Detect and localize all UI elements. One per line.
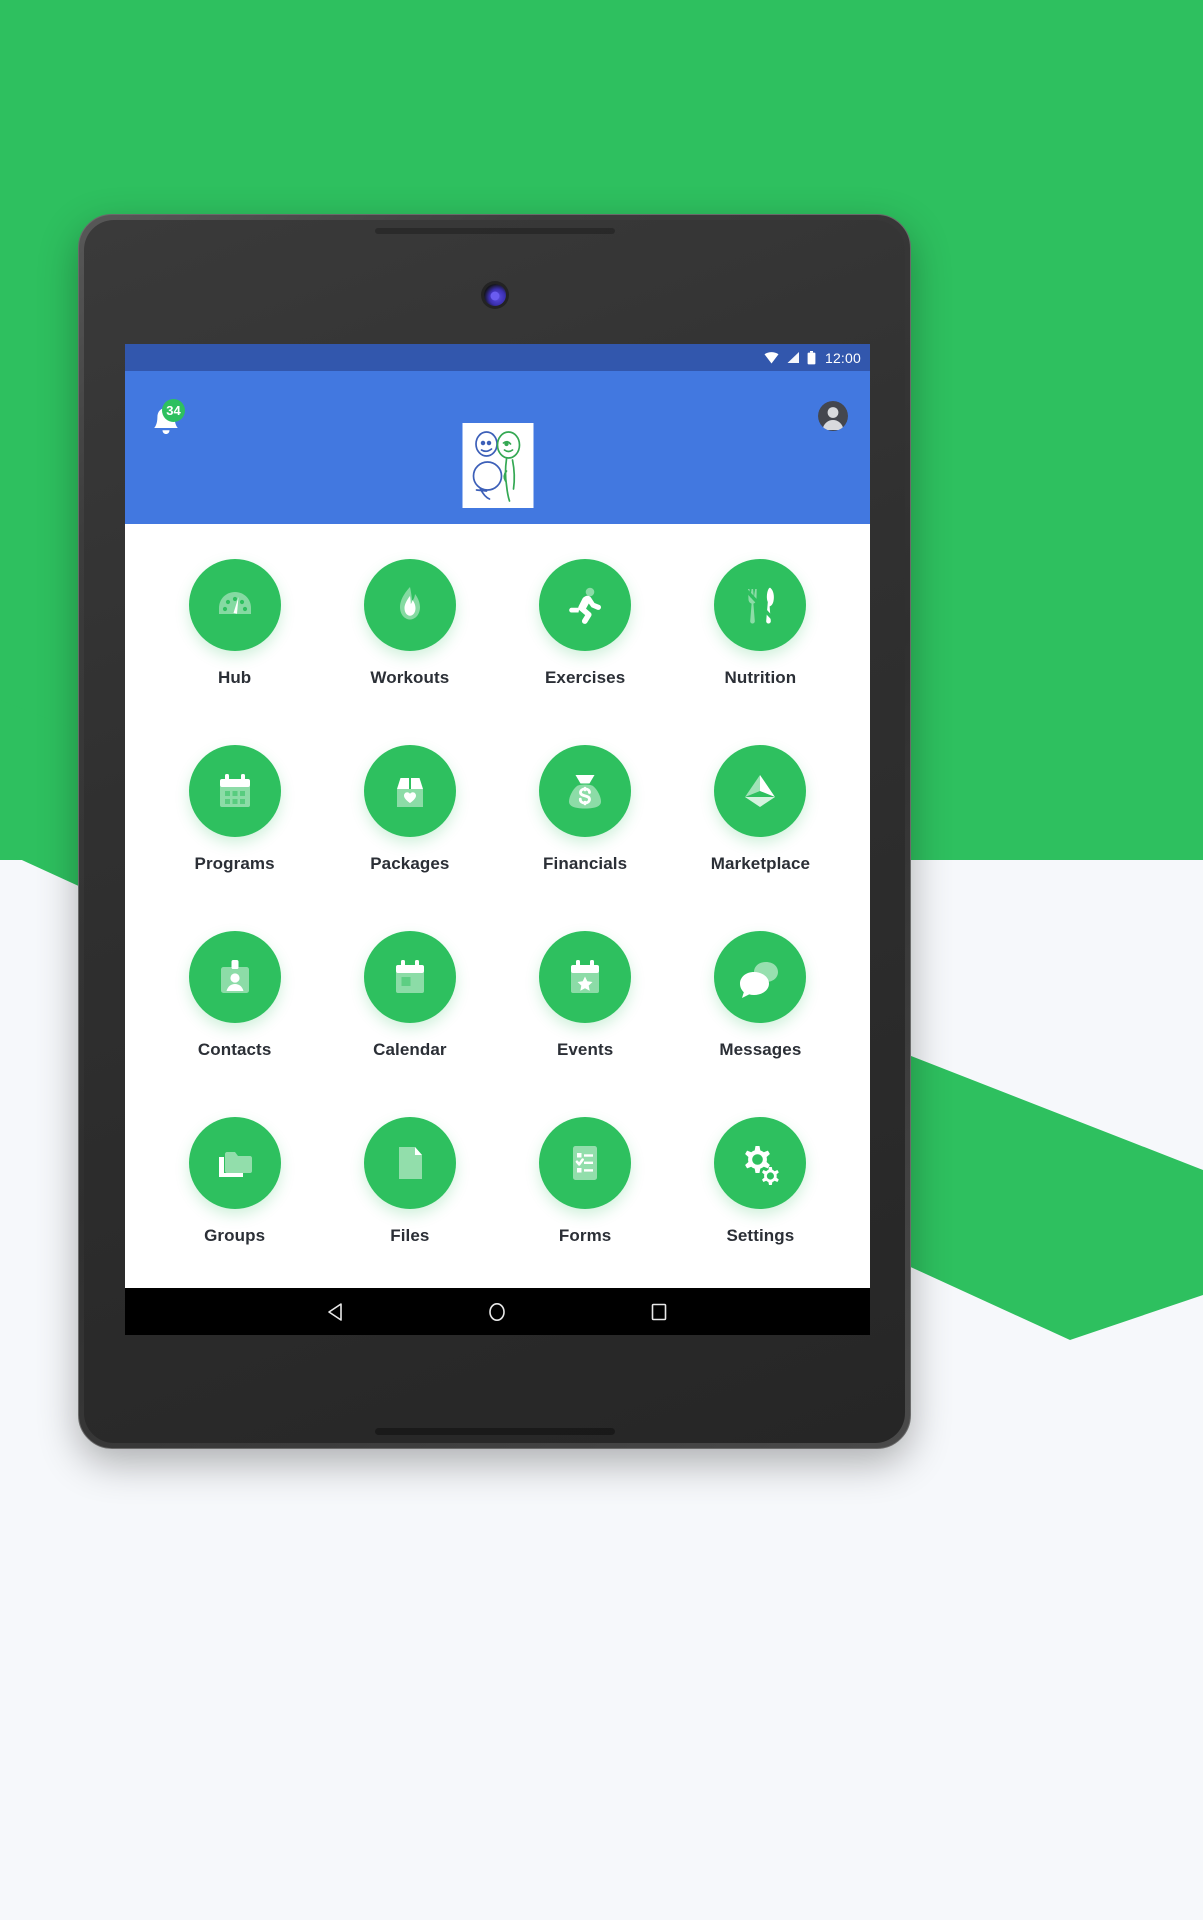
tablet-device: 12:00 34 Hub Workouts Exercises Nutritio…: [78, 214, 911, 1449]
tablet-screen: 12:00 34 Hub Workouts Exercises Nutritio…: [125, 344, 870, 1335]
document-icon: [398, 1147, 422, 1179]
grid-item-label: Exercises: [544, 668, 626, 687]
status-bar-clock: 12:00: [824, 349, 861, 366]
grid-item-label: Nutrition: [724, 668, 797, 687]
events-icon-circle: [539, 931, 632, 1023]
app-logo: [462, 423, 533, 508]
signal-icon: [787, 352, 799, 363]
camera-lens: [490, 291, 499, 301]
grid-item-exercises[interactable]: Exercises: [498, 552, 673, 738]
grid-item-label: Marketplace: [710, 854, 811, 873]
speaker-grill-top: [374, 228, 615, 234]
groups-icon-circle: [188, 1117, 281, 1209]
grid-item-label: Financials: [543, 854, 628, 873]
grid-item-label: Files: [390, 1226, 430, 1245]
recents-button[interactable]: [638, 1291, 680, 1333]
gears-icon: [745, 1146, 780, 1185]
grid-item-financials[interactable]: Financials: [498, 738, 673, 924]
grid-item-label: Calendar: [373, 1040, 447, 1059]
speaker-grill-bottom: [374, 1428, 615, 1435]
calendar-star-icon: [571, 960, 600, 993]
grid-item-label: Contacts: [197, 1040, 272, 1059]
calendar-icon-circle: [363, 931, 456, 1023]
notification-badge: 34: [162, 399, 185, 422]
grid-item-forms[interactable]: Forms: [498, 1110, 673, 1296]
box-heart-icon: [396, 778, 423, 807]
forms-icon-circle: [539, 1117, 632, 1209]
grid-item-label: Workouts: [370, 668, 450, 687]
app-header: 34: [125, 371, 870, 524]
status-bar: 12:00: [125, 344, 870, 371]
messages-icon-circle: [714, 931, 807, 1023]
circle-home-icon: [489, 1302, 506, 1321]
app-grid: Hub Workouts Exercises Nutrition Program…: [125, 524, 870, 1296]
grid-item-settings[interactable]: Settings: [673, 1110, 848, 1296]
screenshot-root: 12:00 34 Hub Workouts Exercises Nutritio…: [0, 0, 1203, 1920]
tablet-bezel: 12:00 34 Hub Workouts Exercises Nutritio…: [84, 220, 905, 1443]
marketplace-icon-circle: [714, 745, 807, 837]
workouts-icon-circle: [363, 559, 456, 651]
grid-item-hub[interactable]: Hub: [147, 552, 322, 738]
android-navigation-bar: [125, 1288, 870, 1335]
grid-item-files[interactable]: Files: [322, 1110, 497, 1296]
grid-item-contacts[interactable]: Contacts: [147, 924, 322, 1110]
grid-item-messages[interactable]: Messages: [673, 924, 848, 1110]
calendar-day-icon: [395, 960, 424, 993]
grid-item-label: Programs: [194, 854, 275, 873]
back-button[interactable]: [315, 1291, 357, 1333]
speedometer-icon: [218, 592, 251, 614]
grid-item-events[interactable]: Events: [498, 924, 673, 1110]
calendar-icon: [219, 774, 250, 807]
notifications-button[interactable]: 34: [151, 399, 185, 440]
grid-item-label: Groups: [204, 1226, 266, 1245]
grid-item-groups[interactable]: Groups: [147, 1110, 322, 1296]
grid-item-workouts[interactable]: Workouts: [322, 552, 497, 738]
front-camera-icon: [483, 284, 506, 306]
exercises-icon-circle: [539, 559, 632, 651]
app-grid-sheet: Hub Workouts Exercises Nutrition Program…: [125, 524, 870, 1335]
wifi-icon: [764, 352, 779, 364]
triangle-back-icon: [328, 1302, 342, 1321]
financials-icon-circle: [539, 745, 632, 837]
grid-item-calendar[interactable]: Calendar: [322, 924, 497, 1110]
grid-item-programs[interactable]: Programs: [147, 738, 322, 924]
square-recents-icon: [651, 1303, 667, 1320]
grid-item-nutrition[interactable]: Nutrition: [673, 552, 848, 738]
running-person-icon: [569, 587, 602, 624]
grid-item-label: Events: [556, 1040, 614, 1059]
chat-bubbles-icon: [740, 962, 779, 998]
grid-item-marketplace[interactable]: Marketplace: [673, 738, 848, 924]
battery-icon: [807, 350, 816, 364]
grid-item-label: Messages: [719, 1040, 802, 1059]
app-logo-drawing: [472, 431, 520, 502]
home-button[interactable]: [476, 1291, 518, 1333]
grid-item-label: Hub: [217, 668, 252, 687]
send-arrow-icon: [745, 775, 776, 807]
grid-item-packages[interactable]: Packages: [322, 738, 497, 924]
flame-icon: [399, 587, 420, 620]
user-avatar[interactable]: [818, 401, 848, 431]
user-avatar-icon: [818, 401, 848, 431]
money-bag-icon: [569, 775, 602, 809]
settings-icon-circle: [714, 1117, 807, 1209]
grid-item-label: Forms: [558, 1226, 612, 1245]
nutrition-icon-circle: [714, 559, 807, 651]
folders-icon: [218, 1152, 252, 1177]
grid-item-label: Settings: [726, 1226, 795, 1245]
hub-icon-circle: [188, 559, 281, 651]
programs-icon-circle: [188, 745, 281, 837]
contacts-icon-circle: [188, 931, 281, 1023]
id-badge-icon: [220, 960, 249, 993]
files-icon-circle: [363, 1117, 456, 1209]
fork-knife-icon: [745, 587, 776, 624]
checklist-icon: [573, 1146, 598, 1180]
packages-icon-circle: [363, 745, 456, 837]
grid-item-label: Packages: [370, 854, 450, 873]
